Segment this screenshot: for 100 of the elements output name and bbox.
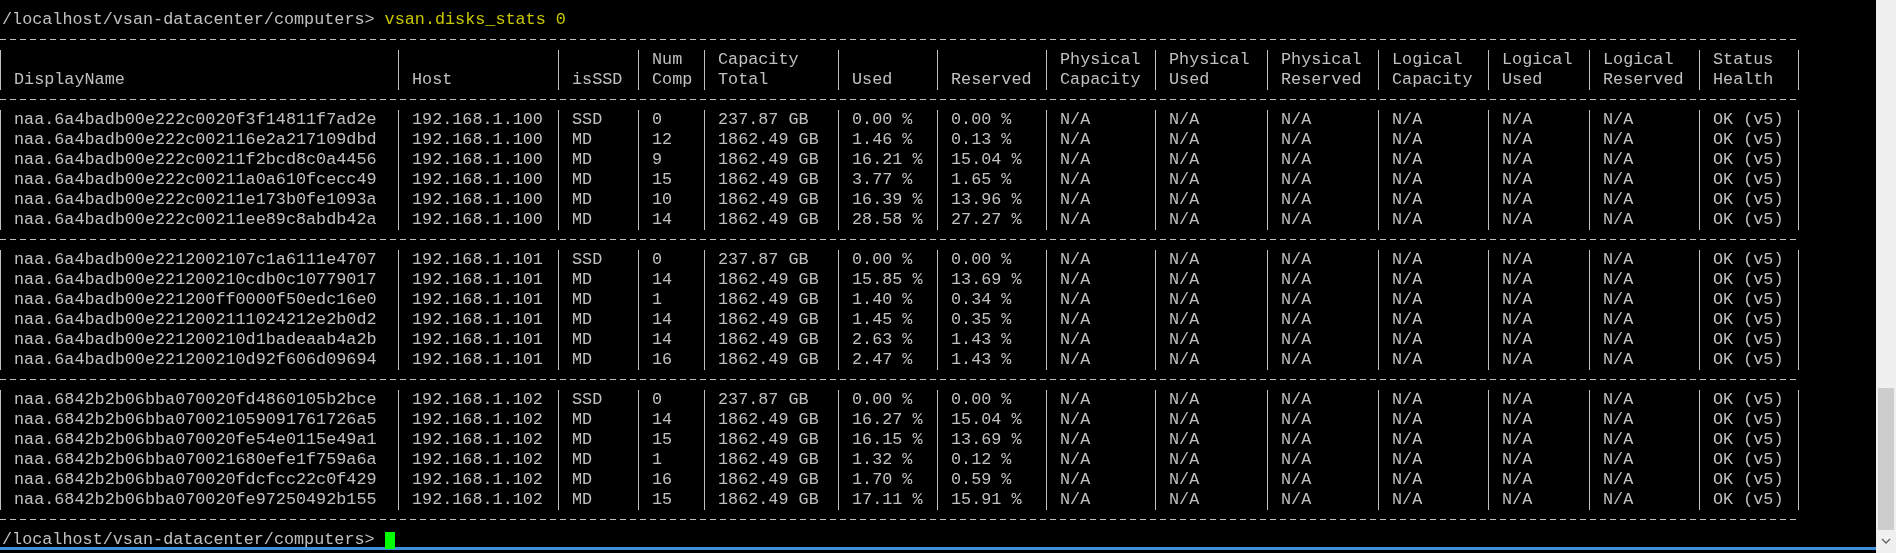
column-header: DisplayName [0,50,398,90]
table-cell: 1862.49 GB [704,470,838,490]
table-cell: N/A [1488,430,1589,450]
table-cell: N/A [1488,470,1589,490]
table-cell: N/A [1046,250,1155,270]
table-cell: 2.47 % [838,350,937,370]
table-cell: N/A [1046,110,1155,130]
table-cell: 13.69 % [937,270,1046,290]
chevron-down-icon[interactable] [1881,538,1891,544]
table-cell: 192.168.1.101 [398,250,558,270]
table-cell: OK (v5) [1699,270,1799,290]
table-cell: naa.6842b2b06bba070020fdcfcc22c0f429 [0,470,398,490]
table-cell: 27.27 % [937,210,1046,230]
table-cell: N/A [1155,270,1267,290]
table-cell: N/A [1046,170,1155,190]
command-text: vsan.disks_stats 0 [384,10,566,30]
table-cell: 192.168.1.102 [398,470,558,490]
table-cell: N/A [1155,490,1267,510]
table-cell: N/A [1267,450,1378,470]
table-cell: 0.00 % [838,250,937,270]
table-cell: 1.70 % [838,470,937,490]
table-cell: N/A [1267,470,1378,490]
column-header: Num Comp [638,50,704,90]
table-cell: OK (v5) [1699,290,1799,310]
table-cell: 1862.49 GB [704,350,838,370]
table-cell: N/A [1589,410,1699,430]
column-header: Logical Reserved [1589,50,1699,90]
table-cell: N/A [1155,110,1267,130]
table-cell: 14 [638,410,704,430]
table-cell: N/A [1267,270,1378,290]
shell-prompt: /localhost/vsan-datacenter/computers> [2,530,375,550]
table-cell: N/A [1267,490,1378,510]
table-cell: SSD [558,110,638,130]
table-cell: MD [558,470,638,490]
table-cell: MD [558,350,638,370]
table-cell: MD [558,130,638,150]
table-cell: MD [558,290,638,310]
table-cell: 0.00 % [937,390,1046,410]
table-cell: N/A [1155,310,1267,330]
scrollbar-thumb[interactable] [1878,388,1894,530]
table-cell: N/A [1267,150,1378,170]
table-cell: N/A [1378,310,1488,330]
table-cell: 192.168.1.102 [398,430,558,450]
table-cell: OK (v5) [1699,130,1799,150]
column-header: Capacity Total [704,50,838,90]
table-cell: N/A [1378,470,1488,490]
table-cell: N/A [1589,130,1699,150]
column-header: Logical Capacity [1378,50,1488,90]
table-cell: N/A [1378,390,1488,410]
scrollbar[interactable] [1876,0,1896,553]
table-cell: OK (v5) [1699,470,1799,490]
table-cell: N/A [1155,330,1267,350]
table-cell: MD [558,270,638,290]
table-cell: 1862.49 GB [704,290,838,310]
table-cell: N/A [1267,210,1378,230]
table-cell: N/A [1488,270,1589,290]
table-cell: N/A [1378,490,1488,510]
table-cell: N/A [1046,310,1155,330]
table-cell: OK (v5) [1699,490,1799,510]
table-cell: OK (v5) [1699,110,1799,130]
table-cell: N/A [1378,170,1488,190]
table-cell: 14 [638,270,704,290]
table-cell: N/A [1267,430,1378,450]
table-cell: 9 [638,150,704,170]
table-cell: naa.6a4badb00e222c00211e173b0fe1093a [0,190,398,210]
table-cell: 1862.49 GB [704,150,838,170]
table-cell: N/A [1046,350,1155,370]
table-cell: naa.6a4badb00e221200ff0000f50edc16e0 [0,290,398,310]
table-cell: N/A [1589,250,1699,270]
table-cell: N/A [1589,110,1699,130]
table-cell: 0 [638,250,704,270]
table-cell: N/A [1488,290,1589,310]
table-cell: N/A [1267,110,1378,130]
column-header: Physical Used [1155,50,1267,90]
table-cell: N/A [1589,470,1699,490]
table-cell: N/A [1046,490,1155,510]
table-cell: 16.39 % [838,190,937,210]
table-cell: 0.59 % [937,470,1046,490]
table-cell: N/A [1378,350,1488,370]
table-cell: 192.168.1.101 [398,330,558,350]
table-cell: OK (v5) [1699,410,1799,430]
table-cell: 15.85 % [838,270,937,290]
table-cell: 192.168.1.101 [398,310,558,330]
column-header: Logical Used [1488,50,1589,90]
table-cell: N/A [1589,450,1699,470]
table-cell: N/A [1488,490,1589,510]
table-cell: OK (v5) [1699,150,1799,170]
table-cell: 1.65 % [937,170,1046,190]
table-cell: 15 [638,170,704,190]
table-cell: 14 [638,210,704,230]
table-cell: N/A [1155,390,1267,410]
table-cell: N/A [1589,310,1699,330]
table-cell: N/A [1155,470,1267,490]
table-cell: N/A [1155,210,1267,230]
table-cell: 1862.49 GB [704,490,838,510]
table-cell: OK (v5) [1699,450,1799,470]
table-cell: N/A [1378,130,1488,150]
table-cell: 192.168.1.100 [398,210,558,230]
table-cell: SSD [558,390,638,410]
table-cell: 0.00 % [937,110,1046,130]
